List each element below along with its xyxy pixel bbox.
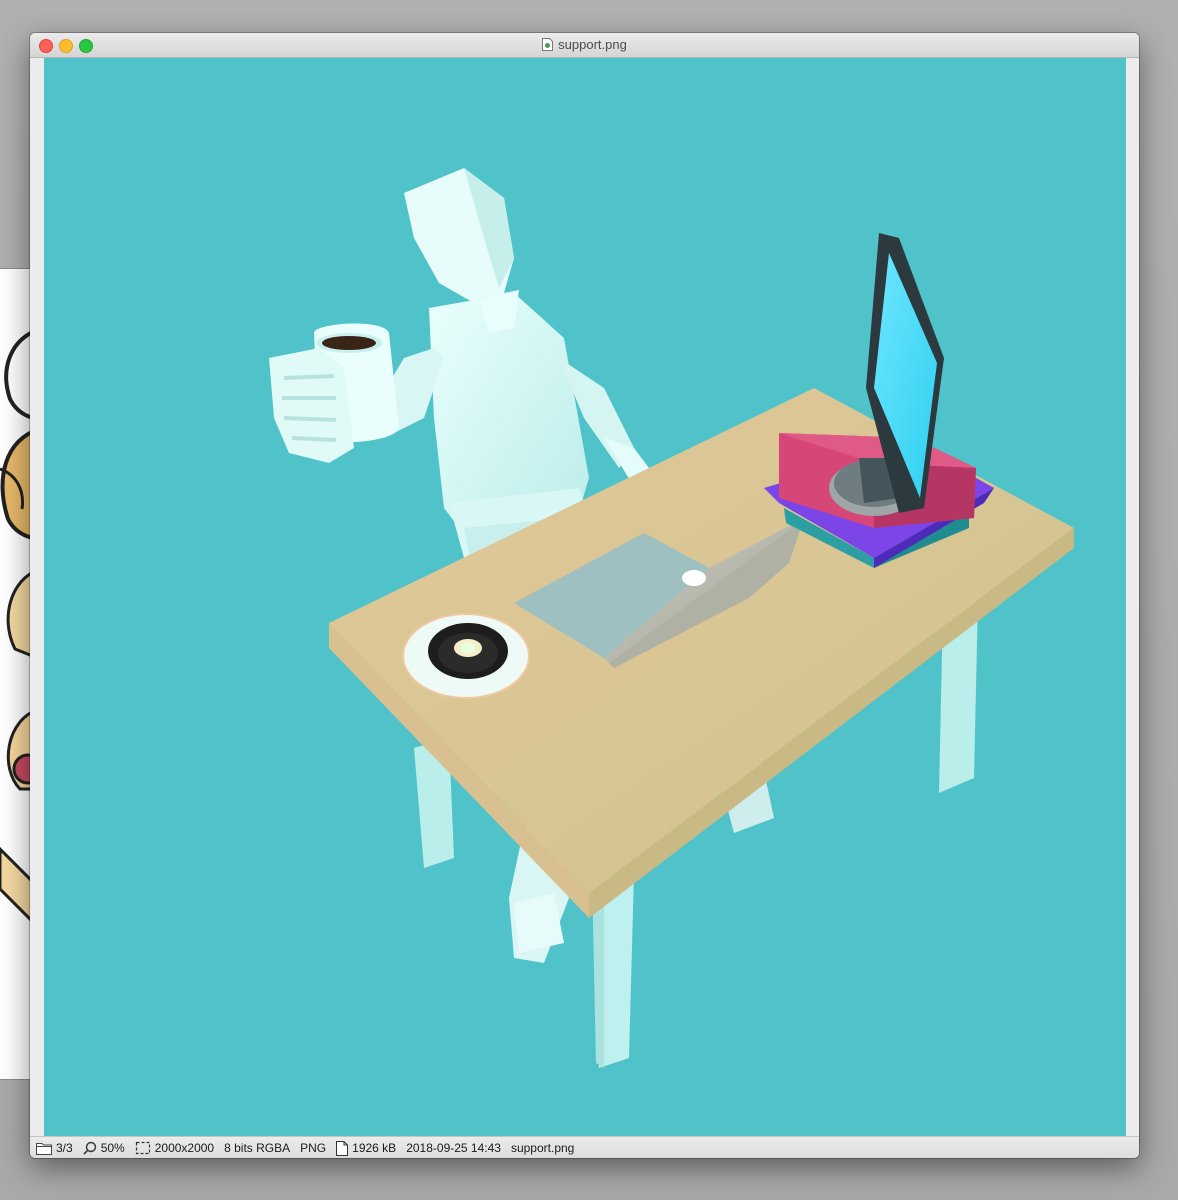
- folder-icon: [36, 1142, 52, 1155]
- file-name: support.png: [511, 1141, 574, 1155]
- page-index-text: 3/3: [56, 1141, 73, 1155]
- file-name-text: support.png: [510, 1141, 575, 1155]
- file-format: PNG: [300, 1141, 326, 1155]
- title-bar[interactable]: support.png: [30, 33, 1139, 58]
- page-index[interactable]: 3/3: [36, 1141, 73, 1155]
- magnifier-icon: [83, 1141, 96, 1155]
- zoom-level[interactable]: 50%: [83, 1141, 125, 1155]
- modified-date: 2018-09-25 14:43: [406, 1141, 501, 1155]
- window-title: support.png: [30, 37, 1139, 54]
- zoom-level-text: 50%: [100, 1141, 125, 1155]
- color-depth-text: 8 bits RGBA: [224, 1141, 291, 1155]
- image-canvas[interactable]: [44, 58, 1126, 1136]
- png-document-icon[interactable]: [542, 38, 554, 54]
- selection-icon: [135, 1141, 150, 1155]
- file-size: 1926 kB: [336, 1140, 397, 1156]
- image-dimensions-text: 2000x2000: [154, 1141, 215, 1155]
- modified-date-text: 2018-09-25 14:43: [406, 1141, 501, 1155]
- image-dimensions: 2000x2000: [135, 1141, 214, 1155]
- image-viewer-window[interactable]: support.png 3/3 50% 2000x2000 8 bits RGB…: [30, 33, 1139, 1158]
- window-title-text: support.png: [558, 37, 627, 52]
- color-depth: 8 bits RGBA: [224, 1141, 290, 1155]
- file-icon: [336, 1140, 349, 1156]
- donut-plate: [402, 613, 530, 699]
- file-format-text: PNG: [300, 1141, 327, 1155]
- status-bar: 3/3 50% 2000x2000 8 bits RGBA PNG 1926 k…: [30, 1136, 1139, 1158]
- rendered-scene: [44, 58, 1126, 1136]
- file-size-text: 1926 kB: [352, 1141, 397, 1155]
